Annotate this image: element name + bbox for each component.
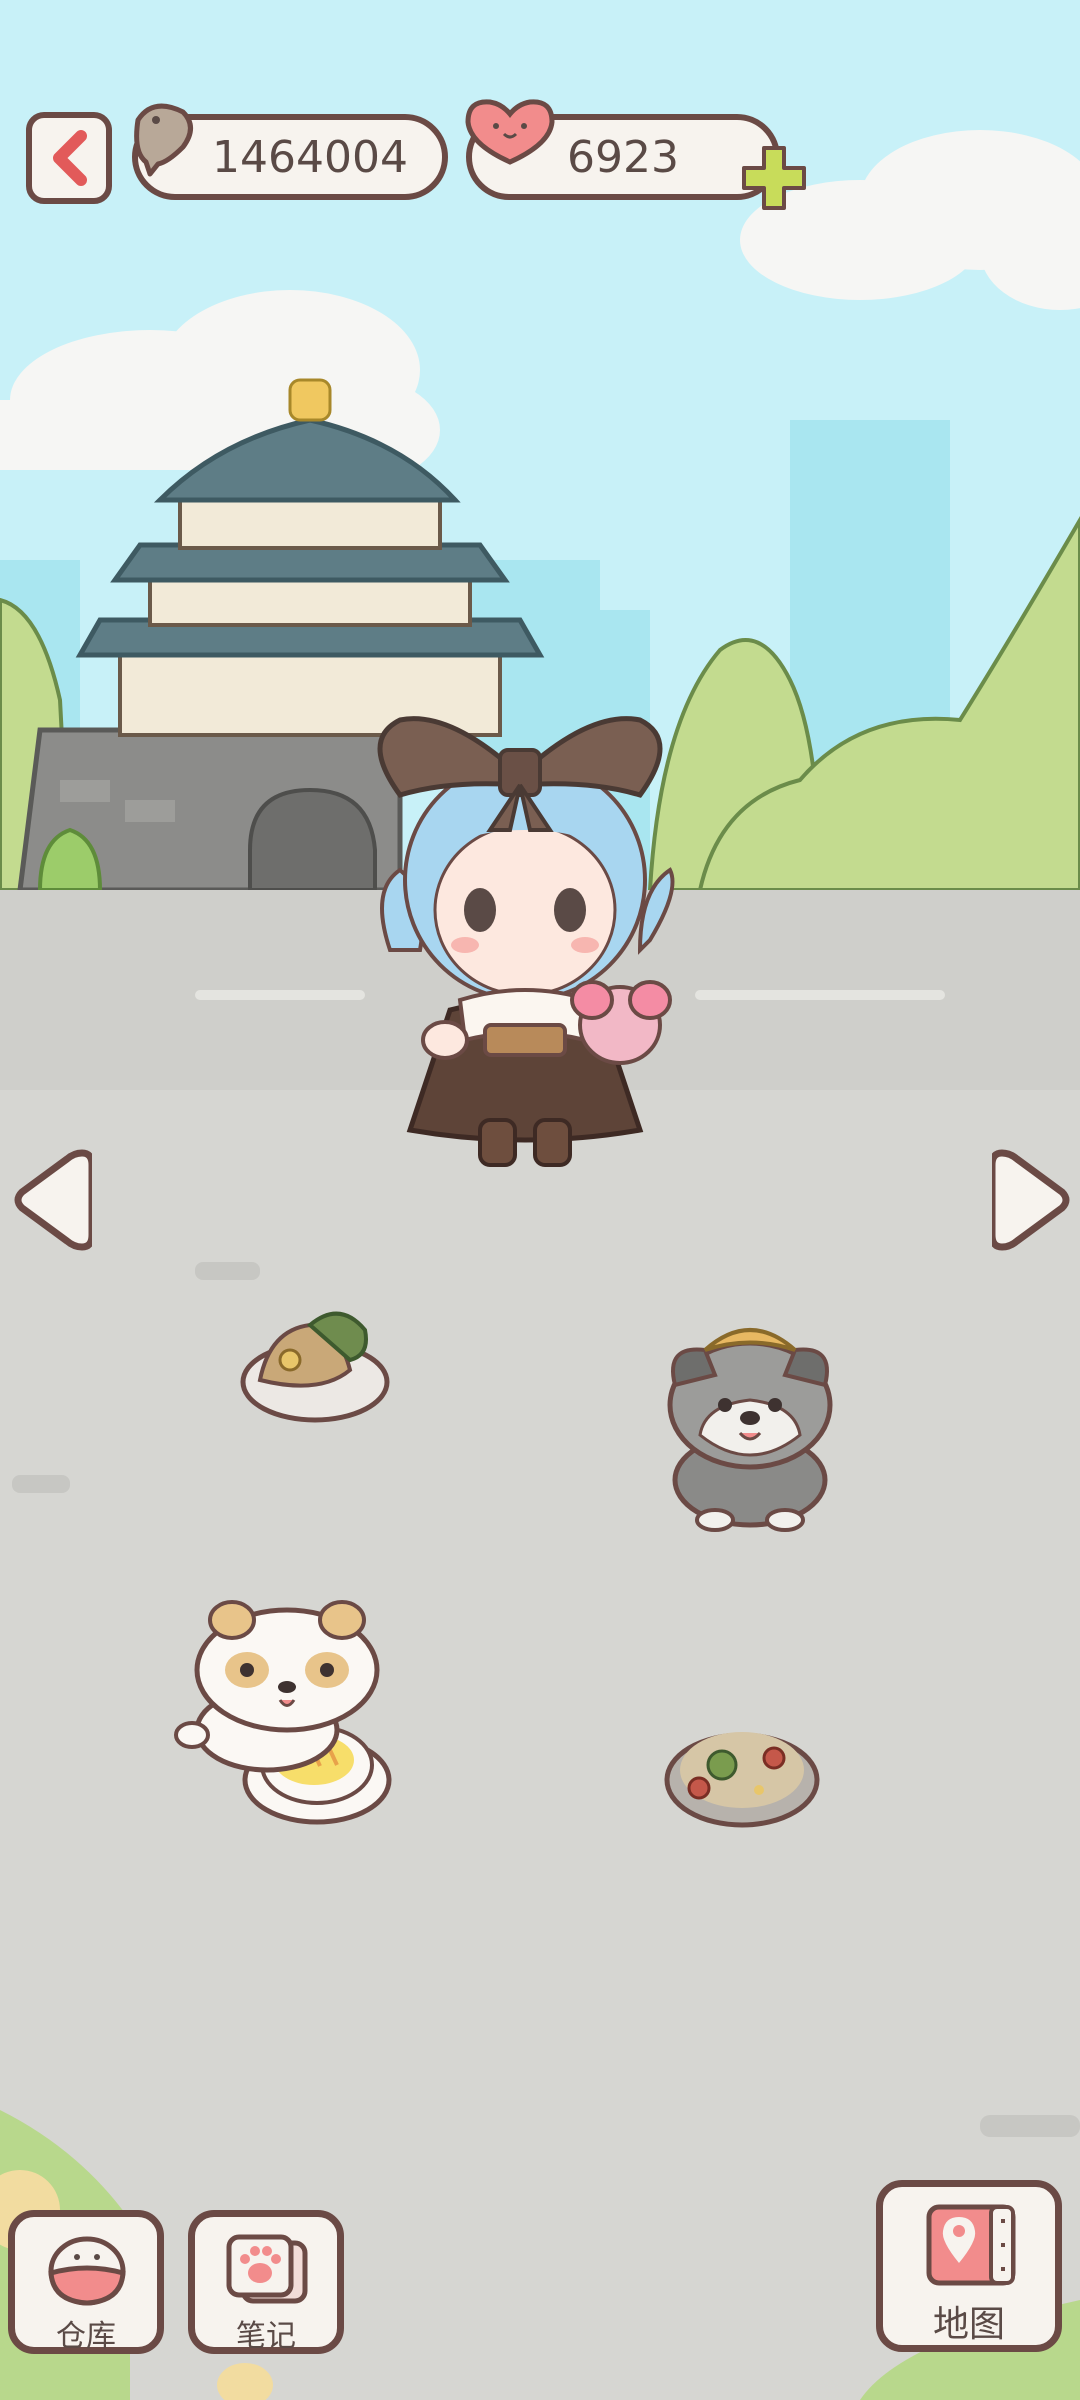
map-pin-icon (926, 2204, 1016, 2286)
warehouse-button[interactable]: 仓库 (8, 2210, 164, 2354)
food-dish-dumpling[interactable] (240, 1300, 390, 1425)
food-dish-stirfry[interactable] (664, 1710, 820, 1830)
map-label: 地图 (932, 2304, 1005, 2345)
player-character[interactable] (340, 680, 710, 1170)
back-button[interactable] (26, 112, 112, 204)
plus-icon[interactable] (740, 144, 808, 212)
schnauzer-dog[interactable] (645, 1305, 845, 1535)
notes-button[interactable]: 笔记 (188, 2210, 344, 2354)
scene-background (0, 0, 1080, 2400)
heart-icon (465, 99, 555, 165)
right-arrow-icon[interactable] (992, 1145, 1072, 1255)
bowl-icon (48, 2236, 126, 2306)
warehouse-label: 仓库 (56, 2319, 116, 2354)
back-arrow-icon (53, 130, 87, 186)
paw-notebook-icon (226, 2234, 308, 2304)
fish-icon (134, 103, 193, 177)
heart-currency-value: 6923 (567, 131, 679, 183)
left-arrow-icon[interactable] (12, 1145, 92, 1255)
shiba-dog[interactable] (172, 1595, 392, 1775)
notes-label: 笔记 (236, 2319, 296, 2354)
map-button[interactable]: 地图 (876, 2180, 1062, 2352)
fish-currency-value: 1464004 (212, 131, 408, 183)
